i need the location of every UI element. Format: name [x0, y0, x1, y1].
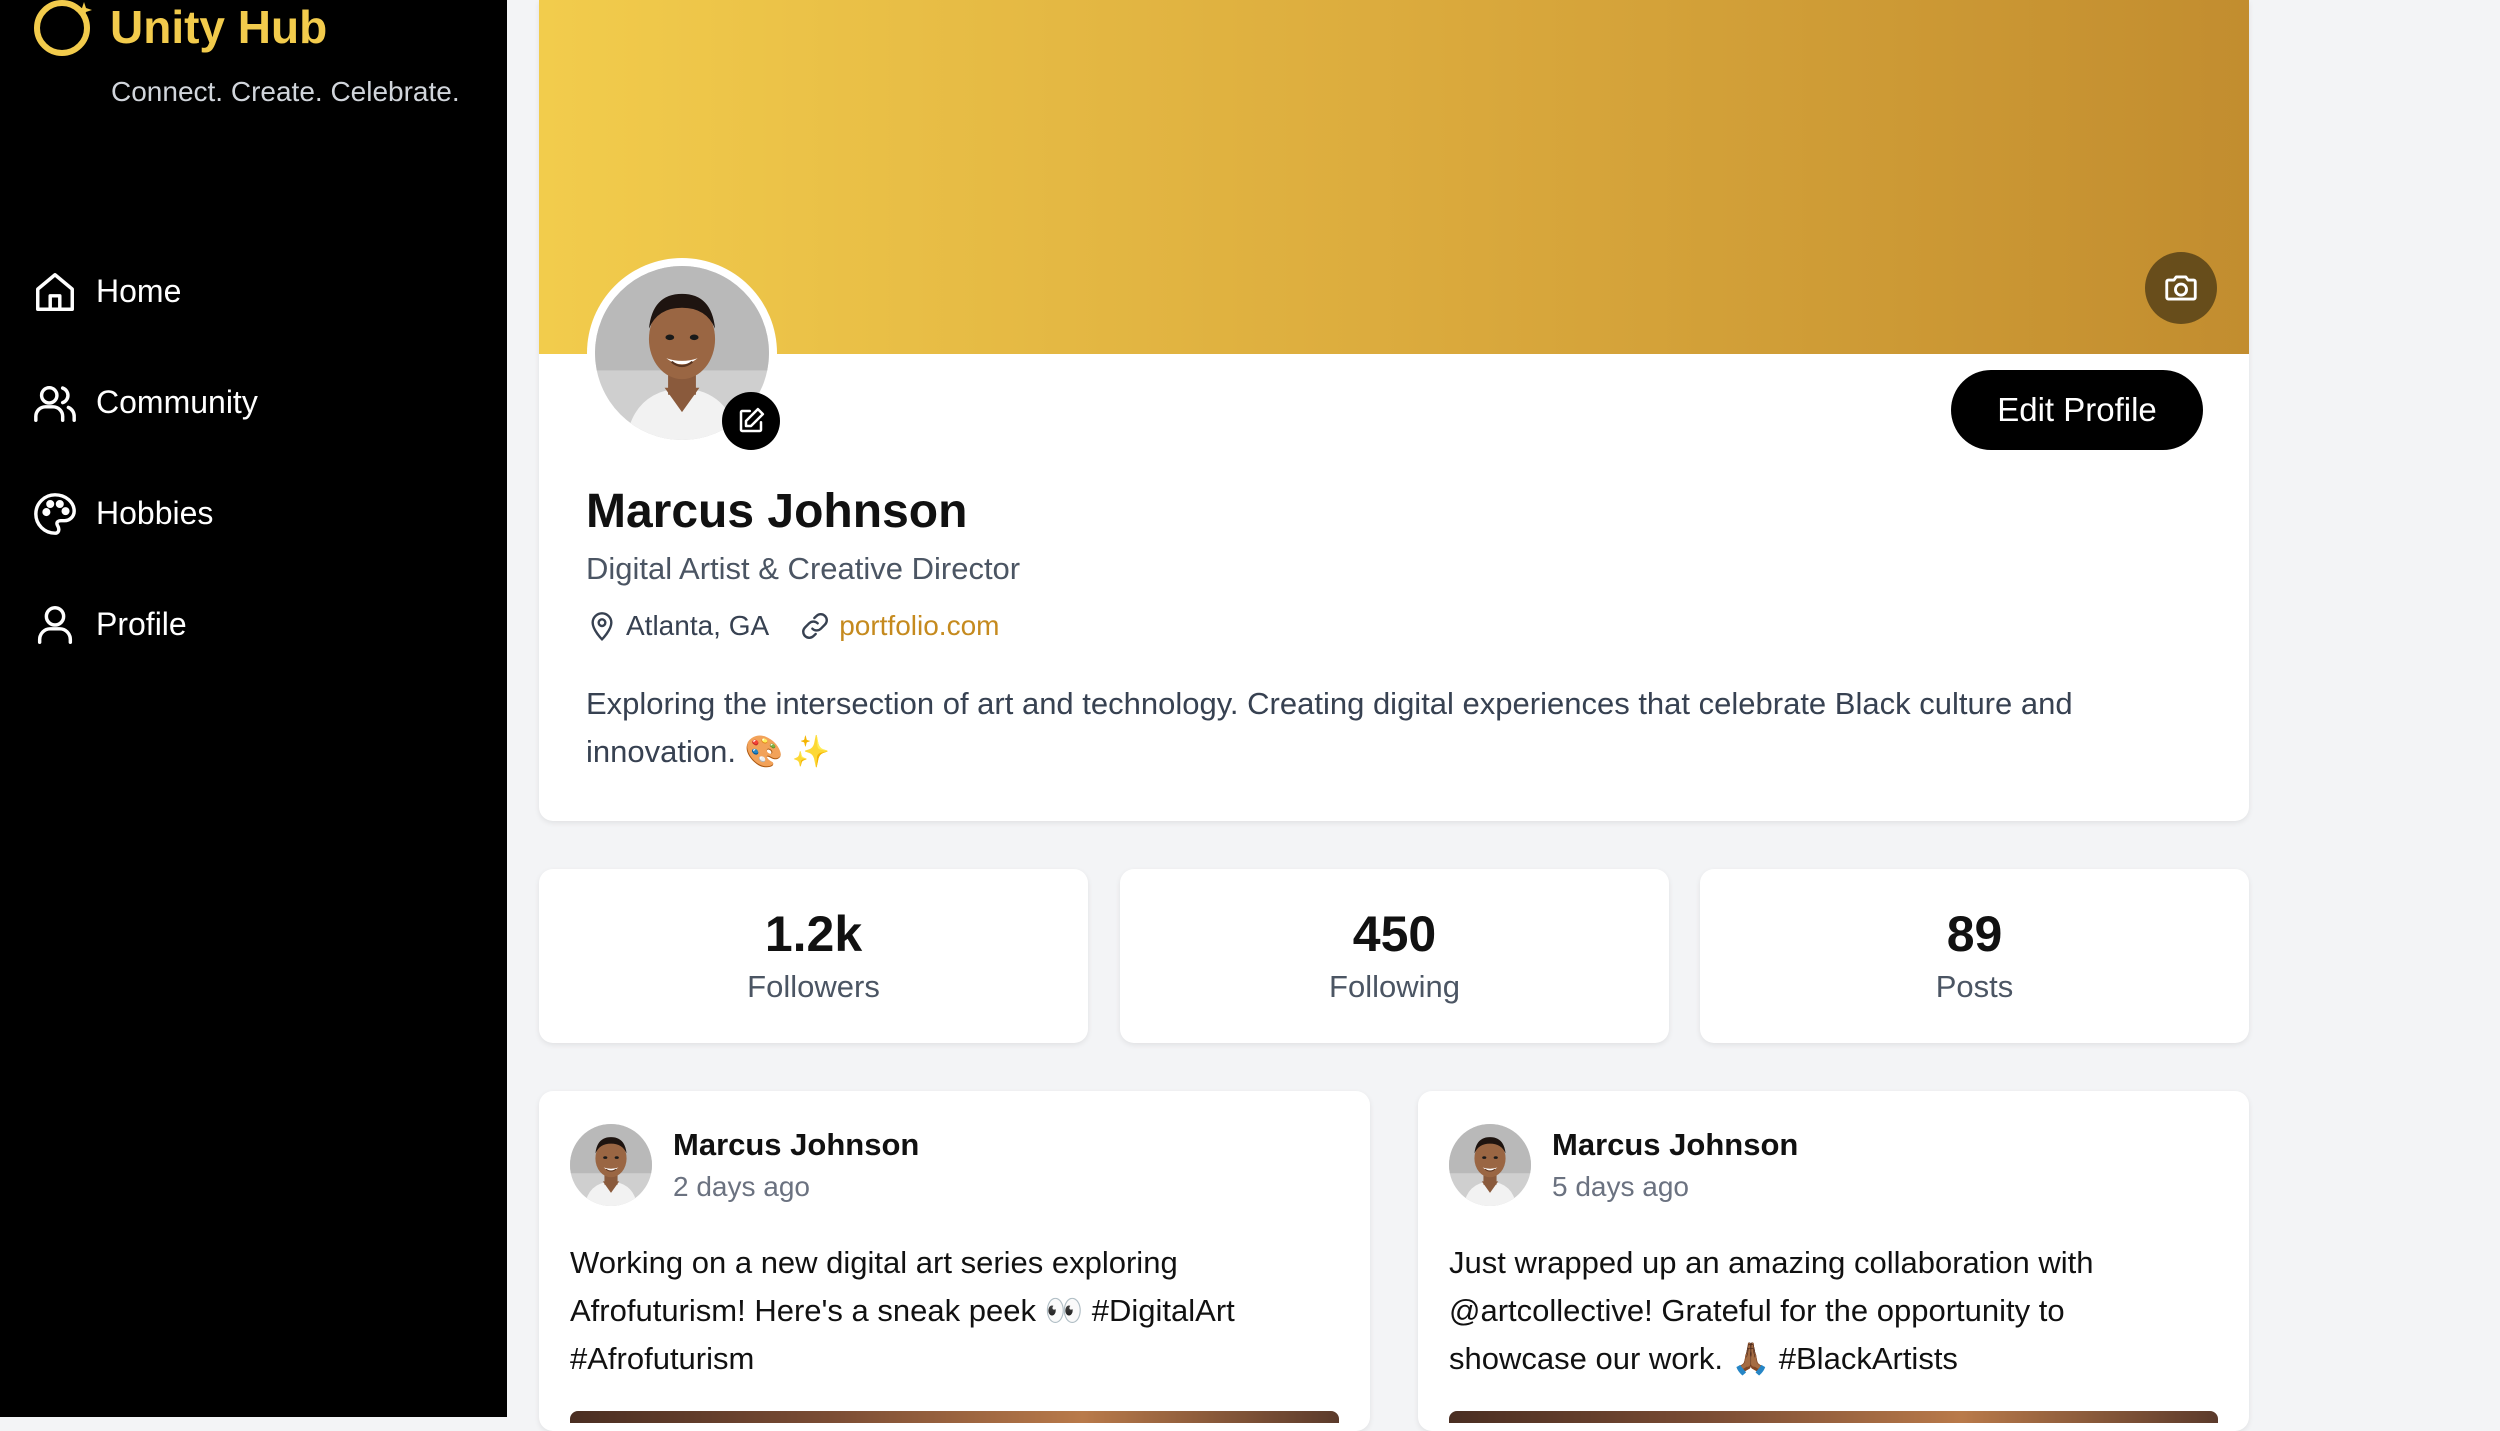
- stat-value: 450: [1352, 906, 1437, 962]
- profile-meta: Atlanta, GA portfolio.com: [586, 610, 999, 642]
- post-image[interactable]: [1449, 1411, 2218, 1423]
- brand-tagline: Connect. Create. Celebrate.: [111, 76, 460, 107]
- link-icon: [802, 613, 829, 639]
- profile-website-link[interactable]: portfolio.com: [799, 610, 999, 642]
- sidebar-item-label: Profile: [96, 606, 187, 642]
- sidebar-item-home[interactable]: Home: [32, 236, 258, 347]
- cover-banner: [539, 0, 2249, 354]
- brand-name: Unity Hub: [110, 1, 328, 53]
- post-author[interactable]: Marcus Johnson: [673, 1127, 919, 1163]
- sidebar-item-profile[interactable]: Profile: [32, 569, 258, 680]
- sidebar-item-label: Home: [96, 273, 182, 309]
- avatar[interactable]: [1449, 1124, 1531, 1206]
- stat-label: Posts: [1935, 969, 2014, 1004]
- users-icon: [34, 385, 76, 422]
- profile-name: Marcus Johnson: [586, 485, 968, 538]
- camera-icon: [2165, 275, 2197, 301]
- stat-value: 89: [1946, 906, 2003, 962]
- edit-avatar-button[interactable]: [722, 392, 780, 450]
- ring-logo-icon: [34, 0, 92, 56]
- stat-label: Followers: [747, 969, 880, 1004]
- stat-label: Following: [1329, 969, 1460, 1004]
- edit-profile-button[interactable]: Edit Profile: [1951, 370, 2203, 450]
- stat-value: 1.2k: [764, 906, 863, 962]
- profile-card: Edit Profile Marcus Johnson Digital Arti…: [539, 0, 2249, 821]
- avatar[interactable]: [570, 1124, 652, 1206]
- post-time: 2 days ago: [673, 1171, 810, 1202]
- website-text[interactable]: portfolio.com: [839, 610, 999, 642]
- post-author[interactable]: Marcus Johnson: [1552, 1127, 1798, 1163]
- post-card[interactable]: Marcus Johnson 5 days ago Just wrapped u…: [1418, 1091, 2249, 1431]
- sidebar-item-label: Community: [96, 384, 258, 420]
- user-icon: [37, 605, 73, 644]
- stat-posts[interactable]: 89 Posts: [1700, 869, 2249, 1043]
- post-card[interactable]: Marcus Johnson 2 days ago Working on a n…: [539, 1091, 1370, 1431]
- home-icon: [36, 272, 74, 311]
- post-time: 5 days ago: [1552, 1171, 1689, 1202]
- location-text: Atlanta, GA: [626, 610, 770, 641]
- stat-followers[interactable]: 1.2k Followers: [539, 869, 1088, 1043]
- map-pin-icon: [591, 612, 613, 642]
- post-text: Working on a new digital art series expl…: [570, 1245, 1235, 1376]
- sidebar-nav: Home Community Hobbies Profile: [32, 236, 258, 680]
- profile-bio: Exploring the intersection of art and te…: [586, 686, 2073, 769]
- sidebar-item-community[interactable]: Community: [32, 347, 258, 458]
- profile-title: Digital Artist & Creative Director: [586, 551, 1021, 586]
- post-image[interactable]: [570, 1411, 1339, 1423]
- profile-location: Atlanta, GA: [586, 610, 769, 642]
- edit-icon: [739, 407, 765, 433]
- change-cover-button[interactable]: [2145, 252, 2217, 324]
- sidebar: Unity Hub Connect. Create. Celebrate. Ho…: [0, 0, 507, 1417]
- sidebar-item-hobbies[interactable]: Hobbies: [32, 458, 258, 569]
- brand-logo[interactable]: Unity Hub: [32, 0, 327, 60]
- stat-following[interactable]: 450 Following: [1120, 869, 1669, 1043]
- post-text: Just wrapped up an amazing collaboration…: [1449, 1245, 2094, 1376]
- palette-icon: [34, 492, 76, 535]
- sidebar-item-label: Hobbies: [96, 495, 214, 531]
